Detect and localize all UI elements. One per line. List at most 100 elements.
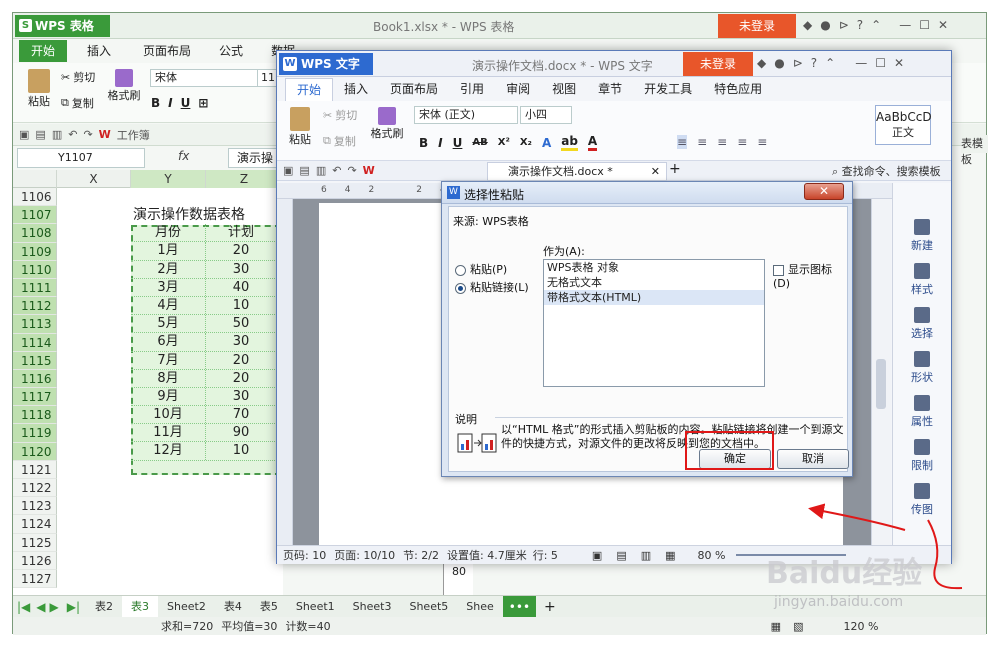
spreadsheet-login-button[interactable]: 未登录: [718, 14, 796, 38]
plan-cell[interactable]: 20: [206, 242, 276, 259]
align-left-icon[interactable]: ≡: [677, 135, 688, 149]
dialog-titlebar[interactable]: W 选择性粘贴: [442, 182, 852, 204]
month-cell[interactable]: 5月: [131, 315, 206, 333]
save-icon[interactable]: ▤: [35, 128, 45, 141]
row-header[interactable]: 1118: [13, 406, 57, 425]
spreadsheet-grid[interactable]: X Y Z 1106 1107 1108 1109 1110 1111 1112…: [13, 170, 283, 598]
dialog-close-button[interactable]: ✕: [804, 183, 844, 200]
tab-page-layout[interactable]: 页面布局: [379, 78, 449, 100]
row-header[interactable]: 1121: [13, 460, 57, 479]
open-icon[interactable]: ▣: [19, 128, 29, 141]
plan-cell[interactable]: 20: [206, 370, 276, 387]
text-effect-icon[interactable]: A: [542, 136, 551, 150]
name-box[interactable]: Y1107: [17, 148, 145, 168]
align-right-icon[interactable]: ≡: [717, 135, 727, 149]
undo-icon[interactable]: ↶: [332, 164, 341, 177]
month-cell[interactable]: 2月: [131, 260, 206, 278]
view-outline-icon[interactable]: ▥: [641, 549, 651, 562]
maximize-icon[interactable]: ☐: [919, 18, 930, 32]
tab-home[interactable]: 开始: [285, 77, 334, 101]
plan-cell[interactable]: 40: [206, 279, 276, 296]
sheet-tab-active[interactable]: 表3: [122, 595, 159, 618]
tab-home[interactable]: 开始: [19, 40, 68, 62]
cut-button[interactable]: ✂ 剪切: [61, 69, 95, 85]
strikethrough-icon[interactable]: AB: [472, 137, 487, 148]
settings-icon[interactable]: ●: [774, 56, 784, 70]
share-icon[interactable]: ⊳: [793, 56, 803, 70]
redo-icon[interactable]: ↷: [347, 164, 356, 177]
tab-developer[interactable]: 开发工具: [633, 78, 703, 100]
row-header[interactable]: 1125: [13, 533, 57, 552]
command-search[interactable]: ⌕ 查找命令、搜索模板: [832, 163, 941, 179]
sheet-tab[interactable]: Sheet1: [287, 596, 344, 618]
row-header[interactable]: 1114: [13, 333, 57, 352]
month-cell[interactable]: 9月: [131, 387, 206, 406]
tab-insert[interactable]: 插入: [333, 78, 379, 100]
copy-button[interactable]: ⧉ 复制: [323, 133, 356, 149]
italic-icon[interactable]: I: [438, 136, 442, 150]
row-header[interactable]: 1109: [13, 242, 57, 261]
scrollbar-thumb[interactable]: [876, 359, 886, 409]
tab-review[interactable]: 审阅: [495, 78, 541, 100]
plan-cell[interactable]: 20: [206, 352, 276, 369]
column-header-x[interactable]: X: [57, 170, 131, 188]
row-header[interactable]: 1115: [13, 351, 57, 370]
prev-sheet-icon[interactable]: ◀: [34, 600, 47, 614]
font-select[interactable]: 宋体 (正文): [414, 106, 518, 124]
paste-button[interactable]: 粘贴: [283, 107, 317, 147]
header-cell-month[interactable]: 月份: [131, 224, 206, 242]
month-cell[interactable]: 4月: [131, 296, 206, 315]
row-header[interactable]: 1117: [13, 388, 57, 407]
row-header[interactable]: 1124: [13, 515, 57, 534]
plan-cell[interactable]: 10: [206, 297, 276, 314]
row-header[interactable]: 1108: [13, 224, 57, 243]
view-page-icon[interactable]: ▤: [616, 549, 626, 562]
save-icon[interactable]: ▤: [299, 164, 309, 177]
table-title-cell[interactable]: 演示操作数据表格: [131, 206, 281, 224]
side-select-button[interactable]: 选择: [893, 307, 951, 341]
row-header[interactable]: 1113: [13, 315, 57, 334]
superscript-icon[interactable]: X²: [498, 137, 510, 148]
cut-button[interactable]: ✂ 剪切: [323, 107, 357, 123]
month-cell[interactable]: 10月: [131, 406, 206, 424]
month-cell[interactable]: 7月: [131, 351, 206, 369]
ribbon-collapse-icon[interactable]: ⌃: [871, 18, 881, 32]
sheet-tab[interactable]: Shee: [457, 596, 503, 618]
share-icon[interactable]: ⊳: [839, 18, 849, 32]
align-center-icon[interactable]: ≡: [697, 135, 707, 149]
row-header[interactable]: 1107: [13, 206, 57, 225]
paste-as-list[interactable]: WPS表格 对象 无格式文本 带格式文本(HTML): [543, 259, 765, 387]
tab-references[interactable]: 引用: [449, 78, 495, 100]
copy-button[interactable]: ⧉ 复制: [61, 95, 94, 111]
new-tab-button[interactable]: +: [669, 161, 681, 177]
plan-cell[interactable]: 10: [206, 442, 276, 459]
bold-icon[interactable]: B: [151, 96, 160, 110]
wps-icon[interactable]: W: [99, 128, 111, 141]
sheet-tab[interactable]: 表2: [86, 596, 122, 618]
side-restrict-button[interactable]: 限制: [893, 439, 951, 473]
skin-icon[interactable]: ◆: [757, 56, 766, 70]
radio-paste[interactable]: 粘贴(P): [455, 261, 507, 277]
paste-button[interactable]: 粘贴: [19, 69, 59, 109]
underline-icon[interactable]: U: [453, 136, 463, 150]
row-header[interactable]: 1116: [13, 369, 57, 389]
highlight-icon[interactable]: ab: [561, 134, 578, 151]
plan-cell[interactable]: 30: [206, 388, 276, 405]
month-cell[interactable]: 1月: [131, 242, 206, 260]
list-item[interactable]: WPS表格 对象: [544, 260, 764, 275]
side-properties-button[interactable]: 属性: [893, 395, 951, 429]
row-header[interactable]: 1127: [13, 569, 57, 589]
show-icon-checkbox[interactable]: 显示图标(D): [773, 261, 847, 290]
list-item[interactable]: 无格式文本: [544, 275, 764, 290]
side-new-button[interactable]: 新建: [893, 219, 951, 253]
tab-formula[interactable]: 公式: [207, 40, 255, 62]
minimize-icon[interactable]: —: [855, 56, 867, 70]
wps-icon[interactable]: W: [363, 164, 375, 177]
format-painter-button[interactable]: 格式刷: [105, 69, 143, 103]
vertical-scrollbar[interactable]: [871, 199, 891, 545]
row-header[interactable]: 1106: [13, 188, 57, 207]
row-header[interactable]: 1112: [13, 297, 57, 316]
month-cell[interactable]: 8月: [131, 369, 206, 387]
close-icon[interactable]: ✕: [938, 18, 948, 32]
row-header[interactable]: 1123: [13, 497, 57, 516]
